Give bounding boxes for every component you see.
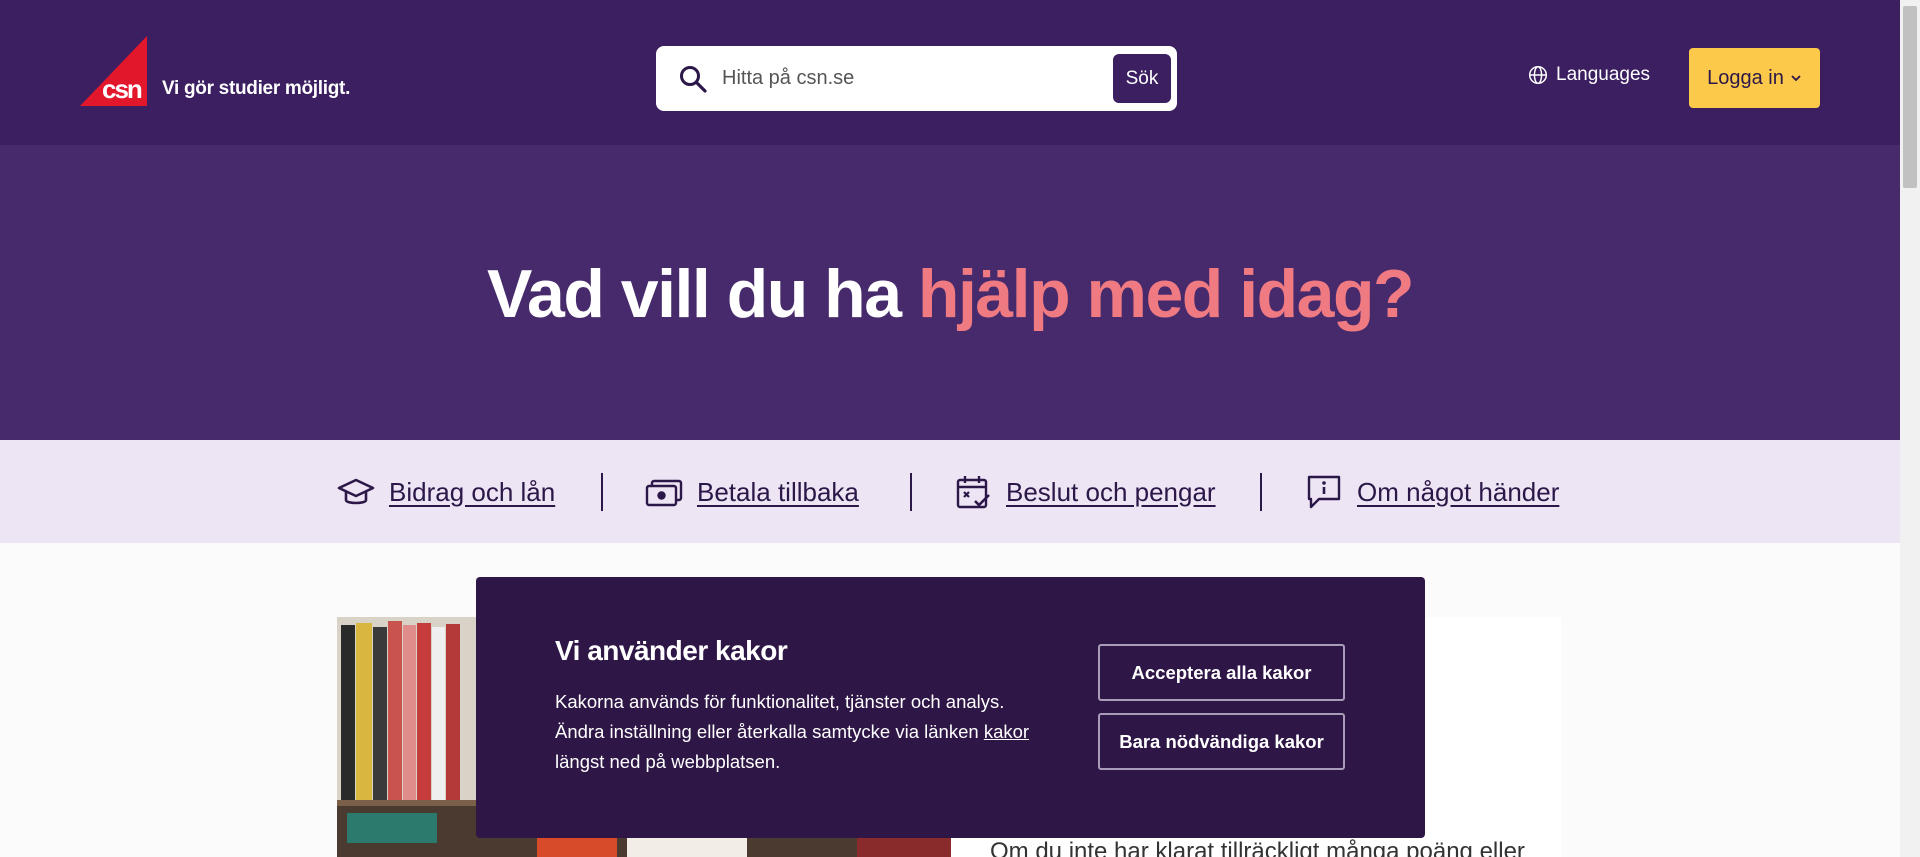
cookie-text-line2: Ändra inställning eller återkalla samtyc… <box>555 721 984 742</box>
money-icon <box>645 479 683 507</box>
calendar-check-icon <box>956 476 990 509</box>
nav-item-label: Om något händer <box>1357 476 1560 507</box>
nav-item-label: Beslut och pengar <box>1006 476 1216 507</box>
card-description: Om du inte har klarat tillräckligt många… <box>990 838 1525 857</box>
nav-divider <box>1260 473 1262 511</box>
accept-all-cookies-button[interactable]: Acceptera alla kakor <box>1098 644 1345 701</box>
login-label: Logga in <box>1707 66 1784 89</box>
chevron-down-icon <box>1791 75 1801 82</box>
nav-item-beslut-och-pengar[interactable]: Beslut och pengar <box>954 473 1216 511</box>
cookie-description: Kakorna används för funktionalitet, tjän… <box>555 687 1075 777</box>
globe-icon <box>1528 65 1548 85</box>
hero-title-part1: Vad vill du ha <box>486 256 918 332</box>
csn-logo-mark: csn <box>80 36 147 106</box>
hero-section: Vad vill du ha hjälp med idag? <box>0 145 1900 440</box>
hero-title: Vad vill du ha hjälp med idag? <box>0 255 1900 333</box>
nav-item-betala-tillbaka[interactable]: Betala tillbaka <box>645 473 859 511</box>
nav-divider <box>910 473 912 511</box>
page-scrollbar[interactable] <box>1900 0 1920 857</box>
site-header: csn Vi gör studier möjligt. Sök Language… <box>0 0 1900 145</box>
nav-divider <box>601 473 603 511</box>
nav-item-om-nagot-hander[interactable]: Om något händer <box>1305 473 1559 511</box>
logo-tagline: Vi gör studier möjligt. <box>162 78 351 99</box>
hero-title-part2: hjälp med idag? <box>917 256 1415 332</box>
necessary-cookies-only-button[interactable]: Bara nödvändiga kakor <box>1098 713 1345 770</box>
nav-item-label: Bidrag och lån <box>389 476 556 507</box>
logo-text: csn <box>102 74 142 104</box>
cookie-banner: Vi använder kakor Kakorna används för fu… <box>476 577 1425 838</box>
cookie-settings-link[interactable]: kakor <box>984 721 1029 742</box>
message-info-icon <box>1307 475 1341 509</box>
search-button[interactable]: Sök <box>1113 54 1171 103</box>
nav-item-bidrag-och-lan[interactable]: Bidrag och lån <box>337 473 555 511</box>
graduation-cap-icon <box>337 478 375 505</box>
csn-logo[interactable]: csn Vi gör studier möjligt. <box>80 36 350 106</box>
cookie-text-line1: Kakorna används för funktionalitet, tjän… <box>555 691 1005 712</box>
nav-item-label: Betala tillbaka <box>697 476 859 507</box>
search-input[interactable] <box>722 60 1062 96</box>
scrollbar-thumb[interactable] <box>1903 6 1917 188</box>
search-bar: Sök <box>656 46 1177 111</box>
search-icon <box>680 66 707 93</box>
cookie-title: Vi använder kakor <box>555 635 788 666</box>
languages-label: Languages <box>1556 64 1651 85</box>
quick-nav: Bidrag och lån Betala tillbaka Beslut oc… <box>0 440 1900 543</box>
languages-link[interactable]: Languages <box>1528 64 1650 86</box>
login-button[interactable]: Logga in <box>1689 48 1820 108</box>
cookie-text-line3: längst ned på webbplatsen. <box>555 751 781 772</box>
